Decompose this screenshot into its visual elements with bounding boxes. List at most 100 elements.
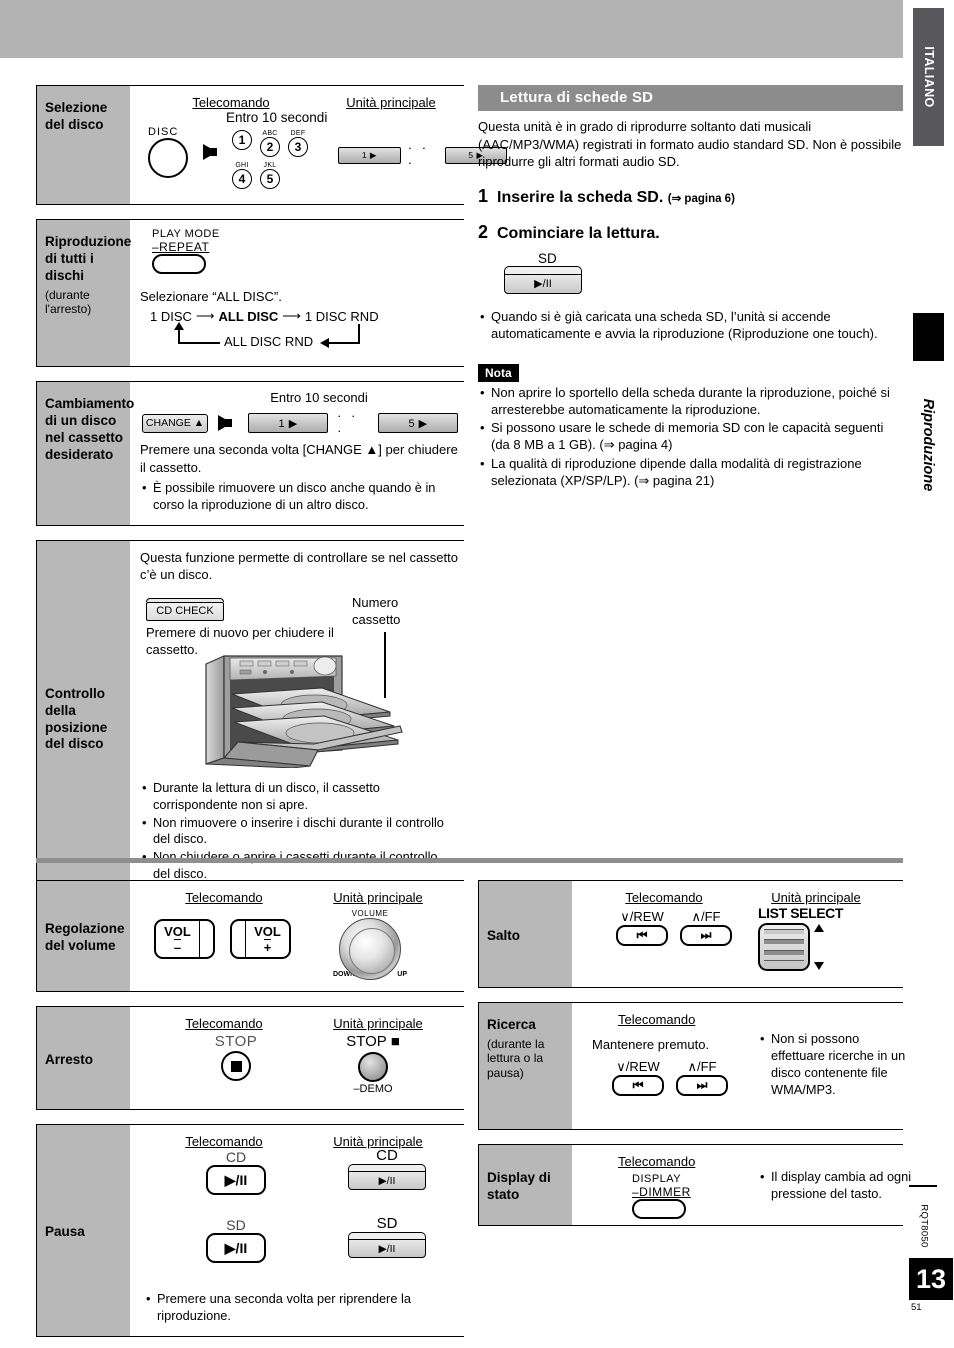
bullet-list: Durante la lettura di un disco, il casse… (140, 780, 458, 883)
cd-changer-illustration (205, 654, 403, 768)
left-column-top: Selezione del disco Telecomando Unità pr… (36, 85, 508, 896)
row-label: Regolazione del volume (36, 881, 130, 991)
row-label: Pausa (36, 1125, 130, 1336)
list-item: Non chiudere o aprire i cassetti durante… (142, 849, 458, 883)
vol-up-label-1: VOL (254, 924, 281, 939)
triangle-up-icon (814, 924, 824, 932)
unit-disc-key-1[interactable]: 1 ▶ (338, 146, 401, 164)
number-key-3[interactable]: 3 (288, 137, 308, 157)
triangle-down-icon (814, 962, 824, 970)
col-header-unita: Unità principale (346, 95, 436, 110)
list-item: Non rimuovere o inserire i dischi durant… (142, 815, 458, 849)
section-title: Lettura di schede SD (478, 85, 903, 111)
change-button[interactable]: CHANGE ▲ (142, 413, 209, 433)
callout-label: Numero cassetto (352, 594, 401, 627)
vol-down-label-1: VOL (164, 924, 191, 939)
search-rew-caption: ∨/REW (616, 1059, 660, 1074)
step-text: Cominciare la lettura. (497, 224, 660, 242)
row-body: PLAY MODE –REPEAT Selezionare “ALL DISC”… (130, 220, 464, 366)
loop-line-bottom-right (326, 342, 360, 345)
ellipsis: · · · (407, 140, 430, 170)
volume-knob-max-label: UP (397, 971, 407, 978)
mode-1-disc: 1 DISC (150, 308, 192, 324)
section-intro: Questa unità è in grado di riprodurre so… (478, 119, 902, 170)
unit-disc-key-1[interactable]: 1 ▶ (248, 413, 329, 434)
bullet-list: Non si possono effettuare ricerche in un… (758, 1031, 908, 1100)
row-body: Telecomando Unità principale CD ▶/II SD … (130, 1125, 464, 1336)
number-key-5[interactable]: 5 (260, 169, 280, 189)
disc-button[interactable] (148, 138, 188, 178)
unit-stop-sub-caption: –DEMO (353, 1083, 393, 1095)
remote-cd-play-pause-button[interactable]: ▶/II (206, 1165, 266, 1195)
play-mode-repeat-button[interactable] (152, 254, 206, 274)
page-sub-number: 51 (911, 1302, 922, 1313)
sd-play-pause-button[interactable]: ▶/II (504, 273, 582, 294)
bullet-list: Premere una seconda volta per riprendere… (144, 1291, 458, 1325)
remote-stop-button[interactable] (221, 1051, 251, 1081)
number-key-4[interactable]: 4 (232, 169, 252, 189)
row-pausa: Pausa Telecomando Unità principale CD ▶/… (36, 1124, 464, 1337)
remote-sd-play-pause-button[interactable]: ▶/II (206, 1233, 266, 1263)
skip-back-icon: ⏮ (636, 928, 648, 942)
section-label: Riproduzione (911, 370, 945, 520)
row-label-main: Ricerca (487, 1017, 536, 1032)
timing-note: Entro 10 secondi (226, 110, 328, 125)
row-display-di-stato: Display di stato Telecomando DISPLAY –DI… (478, 1144, 911, 1226)
page-number-box: 13 (909, 1258, 953, 1300)
vol-up-button[interactable] (230, 919, 245, 959)
number-key-1[interactable]: 1 (232, 130, 252, 150)
list-item: Non aprire lo sportello della scheda dur… (480, 384, 903, 418)
rewind-icon: ⏮ (632, 1078, 644, 1092)
volume-knob[interactable] (339, 918, 401, 980)
skip-ff-button[interactable]: ⏭ (680, 925, 732, 946)
row-label: Controllo della posizione del disco (36, 541, 130, 895)
row-label: Arresto (36, 1007, 130, 1109)
skip-forward-icon: ⏭ (700, 928, 712, 942)
cd-check-button[interactable]: CD CHECK (146, 601, 224, 621)
list-select-control[interactable] (758, 923, 810, 971)
unit-cd-play-pause-button[interactable]: ▶/II (348, 1171, 426, 1190)
vol-down-button[interactable] (200, 919, 215, 959)
list-item: Non si possono effettuare ricerche in un… (760, 1031, 908, 1099)
unit-sd-play-pause-button[interactable]: ▶/II (348, 1239, 426, 1258)
col-header-unita: Unità principale (771, 890, 861, 905)
hold-text: Mantenere premuto. (592, 1037, 710, 1052)
section-divider (36, 858, 903, 863)
unit-stop-button[interactable] (358, 1052, 388, 1082)
col-header-telecomando: Telecomando (185, 1134, 263, 1149)
col-header-telecomando: Telecomando (625, 890, 703, 905)
key-letters: ABC (262, 130, 278, 137)
display-button-caption-1: DISPLAY (632, 1173, 682, 1185)
list-item: È possibile rimuovere un disco anche qua… (142, 480, 458, 514)
list-item: Durante la lettura di un disco, il casse… (142, 780, 458, 814)
step-number: 2 (478, 221, 489, 242)
unit-sd-caption: SD (376, 1215, 398, 1232)
display-dimmer-button[interactable] (632, 1199, 686, 1219)
loop-arrow-up-icon (174, 322, 184, 331)
row-label: Salto (478, 881, 572, 987)
key-letters: GHI (235, 162, 249, 169)
stop-square-icon (230, 1060, 242, 1072)
volume-knob-caption: VOLUME (351, 909, 389, 918)
row-salto: Salto Telecomando Unità principale ∨/REW… (478, 880, 903, 988)
skip-rew-button[interactable]: ⏮ (616, 925, 668, 946)
unit-disc-key-5[interactable]: 5 ▶ (378, 413, 458, 434)
skip-ff-caption: ∧/FF (691, 909, 721, 924)
remote-stop-caption: STOP (214, 1033, 258, 1050)
remote-sd-caption: SD (226, 1217, 246, 1233)
row-body: Telecomando Unità principale STOP STOP ■… (130, 1007, 464, 1109)
number-key-2[interactable]: 2 (260, 137, 280, 157)
ellipsis: · · · (337, 408, 359, 439)
bullet-list: Quando si è già caricata una scheda SD, … (478, 308, 903, 342)
mode-all-disc-rnd: ALL DISC RND (224, 334, 314, 350)
row-selezione-del-disco: Selezione del disco Telecomando Unità pr… (36, 85, 508, 205)
col-header-unita: Unità principale (333, 890, 423, 905)
nota-badge: Nota (478, 364, 519, 382)
instruction-text: Selezionare “ALL DISC”. (140, 289, 282, 304)
list-item: La qualità di riproduzione dipende dalla… (480, 455, 903, 489)
search-rew-button[interactable]: ⏮ (612, 1075, 664, 1096)
page-content: Selezione del disco Telecomando Unità pr… (0, 0, 911, 1348)
section-black-tab (913, 313, 944, 361)
search-ff-button[interactable]: ⏭ (676, 1075, 728, 1096)
right-column-bottom: Salto Telecomando Unità principale ∨/REW… (478, 880, 911, 1226)
